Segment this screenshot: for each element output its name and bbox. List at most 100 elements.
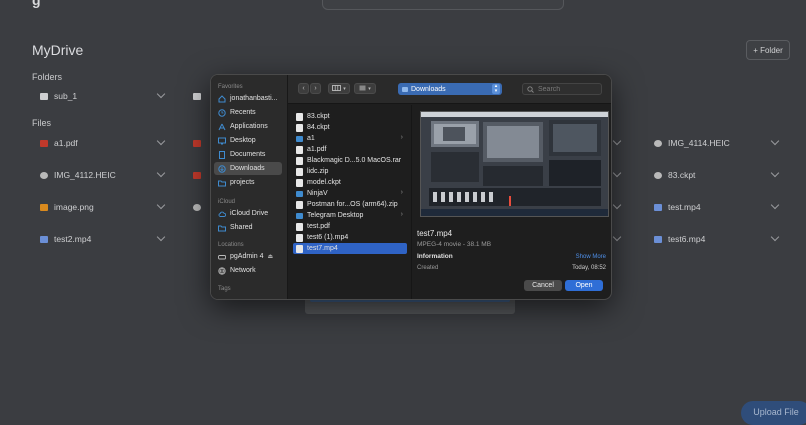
chevron-down-icon[interactable] — [156, 232, 166, 242]
file-card[interactable] — [612, 131, 622, 155]
folder-icon — [296, 213, 303, 219]
chevron-down-icon[interactable] — [156, 168, 166, 178]
file-card[interactable] — [612, 163, 622, 187]
chevron-down-icon[interactable] — [612, 232, 622, 242]
file-card[interactable] — [193, 163, 207, 187]
chevron-down-icon[interactable] — [156, 136, 166, 146]
search-icon — [527, 85, 534, 93]
chevron-down-icon[interactable] — [156, 200, 166, 210]
information-heading: Information — [417, 253, 453, 260]
info-icon — [654, 171, 662, 179]
file-card[interactable]: test6.mp4 — [654, 227, 780, 251]
cancel-button[interactable]: Cancel — [524, 280, 562, 291]
icloud-heading: iCloud — [218, 199, 236, 205]
sidebar-item-pgadmin[interactable]: pgAdmin 4 ⏏ — [214, 250, 282, 263]
list-item[interactable]: a1.pdf — [293, 144, 407, 155]
page-title: MyDrive — [32, 42, 84, 58]
file-card[interactable]: test2.mp4 — [40, 227, 166, 251]
sidebar-item-projects[interactable]: projects — [214, 176, 282, 189]
document-icon — [296, 123, 303, 132]
top-search-field[interactable] — [322, 0, 564, 10]
folder-card[interactable] — [193, 84, 207, 108]
columns-view-icon — [332, 84, 342, 93]
sidebar-item-applications[interactable]: Applications — [214, 120, 282, 133]
document-icon — [218, 150, 226, 159]
folder-card[interactable]: sub_1 — [40, 84, 166, 108]
created-label: Created — [417, 265, 439, 271]
folder-icon — [40, 92, 48, 100]
chevron-down-icon[interactable] — [612, 200, 622, 210]
chevron-right-icon: › — [400, 211, 403, 218]
pdf-icon — [193, 171, 201, 179]
chevron-down-icon[interactable] — [770, 232, 780, 242]
group-button[interactable]: ▾ — [354, 83, 376, 94]
file-card[interactable]: test.mp4 — [654, 195, 780, 219]
folder-icon — [193, 92, 201, 100]
list-item[interactable]: a1 › — [293, 133, 407, 144]
upload-file-button[interactable]: Upload File — [741, 401, 806, 425]
sidebar-item-home[interactable]: jonathanbasti... — [214, 92, 282, 105]
file-card[interactable] — [193, 131, 207, 155]
list-item[interactable]: NinjaV › — [293, 188, 407, 199]
eject-icon[interactable]: ⏏ — [267, 253, 273, 260]
sidebar-item-icloud-drive[interactable]: iCloud Drive — [214, 207, 282, 220]
list-item[interactable]: model.ckpt — [293, 177, 407, 188]
chevron-down-icon[interactable] — [770, 136, 780, 146]
cloud-icon — [218, 210, 226, 218]
list-item[interactable]: 83.ckpt — [293, 111, 407, 122]
list-item[interactable]: lidc.zip — [293, 166, 407, 177]
dialog-toolbar: ‹ › ▾ ▾ Downloads ▴ ▾ — [288, 75, 611, 104]
dialog-sidebar: Favorites jonathanbasti... Recents Appli… — [211, 75, 288, 299]
preview-file-name: test7.mp4 — [417, 229, 453, 238]
video-thumbnail — [420, 111, 609, 217]
search-input[interactable] — [538, 85, 598, 93]
drive-icon — [218, 253, 226, 261]
chevron-down-icon[interactable] — [770, 200, 780, 210]
file-card[interactable]: 83.ckpt — [654, 163, 780, 187]
updown-arrows-icon: ▴ ▾ — [492, 84, 500, 94]
sidebar-item-recents[interactable]: Recents — [214, 106, 282, 119]
view-mode-button[interactable]: ▾ — [328, 83, 350, 94]
file-card[interactable]: a1.pdf — [40, 131, 166, 155]
document-icon — [296, 112, 303, 121]
grid-icon — [359, 85, 366, 93]
file-card[interactable] — [193, 195, 207, 219]
shared-folder-icon — [218, 224, 226, 232]
list-item[interactable]: test.pdf — [293, 221, 407, 232]
video-icon — [654, 203, 662, 211]
location-select[interactable]: Downloads ▴ ▾ — [398, 83, 502, 95]
chevron-down-icon[interactable] — [770, 168, 780, 178]
pdf-icon — [193, 139, 201, 147]
chevron-down-icon[interactable] — [612, 136, 622, 146]
list-item-selected[interactable]: test7.mp4 — [293, 243, 407, 254]
sidebar-item-downloads[interactable]: Downloads — [214, 162, 282, 175]
list-item[interactable]: test6 (1).mp4 — [293, 232, 407, 243]
file-card[interactable] — [612, 227, 622, 251]
open-button[interactable]: Open — [565, 280, 603, 291]
add-folder-button[interactable]: + Folder — [746, 40, 790, 60]
image-icon — [40, 203, 48, 211]
sidebar-item-network[interactable]: Network — [214, 264, 282, 277]
globe-icon — [218, 266, 226, 275]
sidebar-item-shared[interactable]: Shared — [214, 221, 282, 234]
file-card[interactable]: IMG_4112.HEIC — [40, 163, 166, 187]
back-button[interactable]: ‹ — [298, 83, 309, 94]
chevron-right-icon: › — [400, 189, 403, 196]
file-card[interactable]: image.png — [40, 195, 166, 219]
file-card[interactable]: IMG_4114.HEIC — [654, 131, 780, 155]
document-icon — [296, 156, 303, 165]
list-item[interactable]: 84.ckpt — [293, 122, 407, 133]
chevron-down-icon[interactable] — [612, 168, 622, 178]
sidebar-item-desktop[interactable]: Desktop — [214, 134, 282, 147]
show-more-link[interactable]: Show More — [576, 254, 606, 260]
list-item[interactable]: Blackmagic D...5.0 MacOS.rar — [293, 155, 407, 166]
sidebar-item-documents[interactable]: Documents — [214, 148, 282, 161]
chevron-down-icon: ▾ — [368, 85, 371, 92]
chevron-down-icon[interactable] — [156, 89, 166, 99]
home-icon — [218, 94, 226, 103]
info-icon — [654, 139, 662, 147]
list-item[interactable]: Telegram Desktop › — [293, 210, 407, 221]
forward-button[interactable]: › — [310, 83, 321, 94]
file-card[interactable] — [612, 195, 622, 219]
list-item[interactable]: Postman for...OS (arm64).zip — [293, 199, 407, 210]
